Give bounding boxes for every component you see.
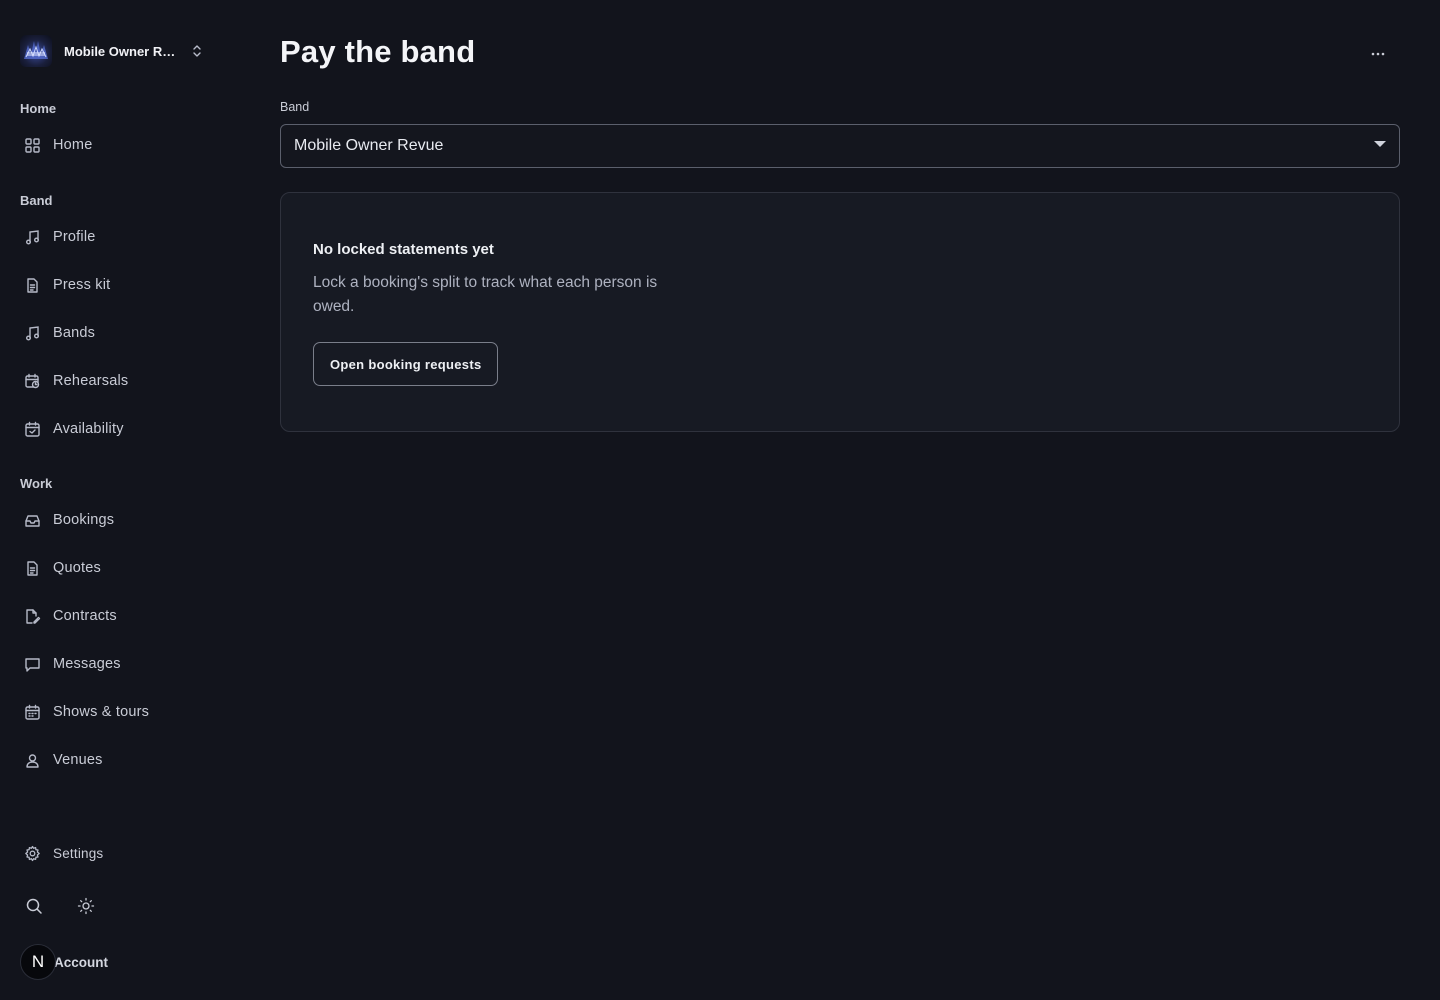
inbox-icon bbox=[25, 514, 40, 527]
more-options-button[interactable] bbox=[1362, 40, 1394, 68]
section-label-work: Work bbox=[20, 476, 53, 491]
calendar-check-icon bbox=[25, 421, 40, 437]
band-field-label: Band bbox=[280, 100, 310, 114]
document-icon bbox=[27, 277, 38, 293]
account-label: Account bbox=[54, 954, 108, 970]
document-edit-icon bbox=[26, 608, 41, 624]
account-button[interactable]: N Account bbox=[20, 944, 108, 980]
document-icon bbox=[27, 560, 38, 576]
band-select-value: Mobile Owner Revue bbox=[294, 137, 444, 154]
sidebar-item-press-kit[interactable]: Press kit bbox=[20, 268, 220, 302]
sidebar-item-bookings[interactable]: Bookings bbox=[20, 503, 220, 537]
band-select[interactable]: Mobile Owner Revue bbox=[280, 124, 1400, 168]
section-label-home: Home bbox=[20, 101, 57, 116]
gear-icon bbox=[25, 845, 40, 861]
sidebar-item-settings[interactable]: Settings bbox=[20, 836, 220, 870]
sidebar-item-label: Bands bbox=[53, 325, 96, 341]
sidebar-item-messages[interactable]: Messages bbox=[20, 647, 220, 681]
chevron-up-down-icon bbox=[193, 45, 201, 57]
sidebar-item-label: Contracts bbox=[53, 608, 117, 624]
empty-state-title: No locked statements yet bbox=[313, 241, 494, 258]
sidebar-item-label: Availability bbox=[53, 421, 124, 437]
sidebar-item-label: Press kit bbox=[53, 277, 111, 293]
sidebar: Mobile Owner Re... Home Home Band Profil… bbox=[0, 0, 240, 1000]
sidebar-item-label: Profile bbox=[53, 229, 96, 245]
band-logo bbox=[20, 35, 52, 67]
band-switcher[interactable]: Mobile Owner Re... bbox=[20, 34, 210, 68]
music-note-icon bbox=[26, 229, 39, 244]
sidebar-item-label: Home bbox=[53, 137, 93, 153]
band-switcher-name: Mobile Owner Re... bbox=[64, 43, 176, 59]
empty-state-card: No locked statements yet Lock a booking'… bbox=[280, 192, 1400, 432]
caret-down-icon bbox=[1374, 141, 1386, 147]
open-booking-requests-button[interactable]: Open booking requests bbox=[313, 342, 499, 386]
sidebar-item-label: Settings bbox=[53, 845, 104, 861]
sidebar-item-profile[interactable]: Profile bbox=[20, 220, 220, 254]
chat-bubble-icon bbox=[25, 657, 40, 672]
sidebar-item-home[interactable]: Home bbox=[20, 128, 220, 162]
ellipsis-icon bbox=[1371, 52, 1385, 56]
sidebar-item-label: Rehearsals bbox=[53, 373, 129, 389]
sidebar-item-bands[interactable]: Bands bbox=[20, 316, 220, 350]
empty-state-description: Lock a booking's split to track what eac… bbox=[313, 274, 658, 315]
search-icon[interactable] bbox=[25, 897, 43, 915]
dashboard-icon bbox=[25, 137, 40, 153]
sidebar-item-label: Venues bbox=[53, 752, 103, 768]
section-label-band: Band bbox=[20, 193, 53, 208]
sidebar-item-label: Quotes bbox=[53, 560, 101, 576]
page-title: Pay the band bbox=[280, 34, 476, 69]
sidebar-item-quotes[interactable]: Quotes bbox=[20, 551, 220, 585]
app-root: Mobile Owner Re... Home Home Band Profil… bbox=[0, 0, 1440, 1000]
location-person-icon bbox=[26, 753, 39, 768]
sidebar-item-availability[interactable]: Availability bbox=[20, 412, 220, 446]
calendar-icon bbox=[25, 704, 40, 720]
avatar: N bbox=[20, 944, 56, 980]
sidebar-item-label: Shows & tours bbox=[53, 704, 150, 720]
sidebar-item-contracts[interactable]: Contracts bbox=[20, 599, 220, 633]
sidebar-item-shows-tours[interactable]: Shows & tours bbox=[20, 695, 220, 729]
sidebar-item-label: Bookings bbox=[53, 512, 115, 528]
music-note-icon bbox=[26, 325, 39, 340]
sidebar-item-rehearsals[interactable]: Rehearsals bbox=[20, 364, 220, 398]
sidebar-item-venues[interactable]: Venues bbox=[20, 743, 220, 777]
sun-icon[interactable] bbox=[77, 897, 95, 915]
calendar-clock-icon bbox=[25, 373, 40, 388]
sidebar-item-label: Messages bbox=[53, 656, 121, 672]
